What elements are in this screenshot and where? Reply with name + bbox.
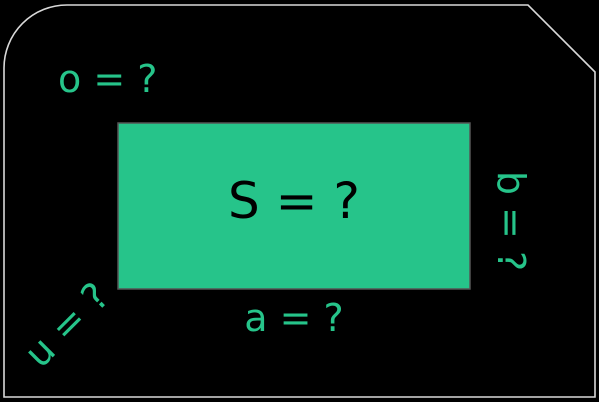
side-b-label: b = ?	[489, 171, 533, 271]
perimeter-label: o = ?	[58, 57, 157, 101]
side-a-label: a = ?	[244, 296, 343, 340]
area-label: S = ?	[228, 172, 360, 230]
diagram-canvas: o = ? S = ? b = ? a = ? u = ?	[3, 4, 596, 398]
diagonal-u-label: u = ?	[16, 274, 118, 376]
